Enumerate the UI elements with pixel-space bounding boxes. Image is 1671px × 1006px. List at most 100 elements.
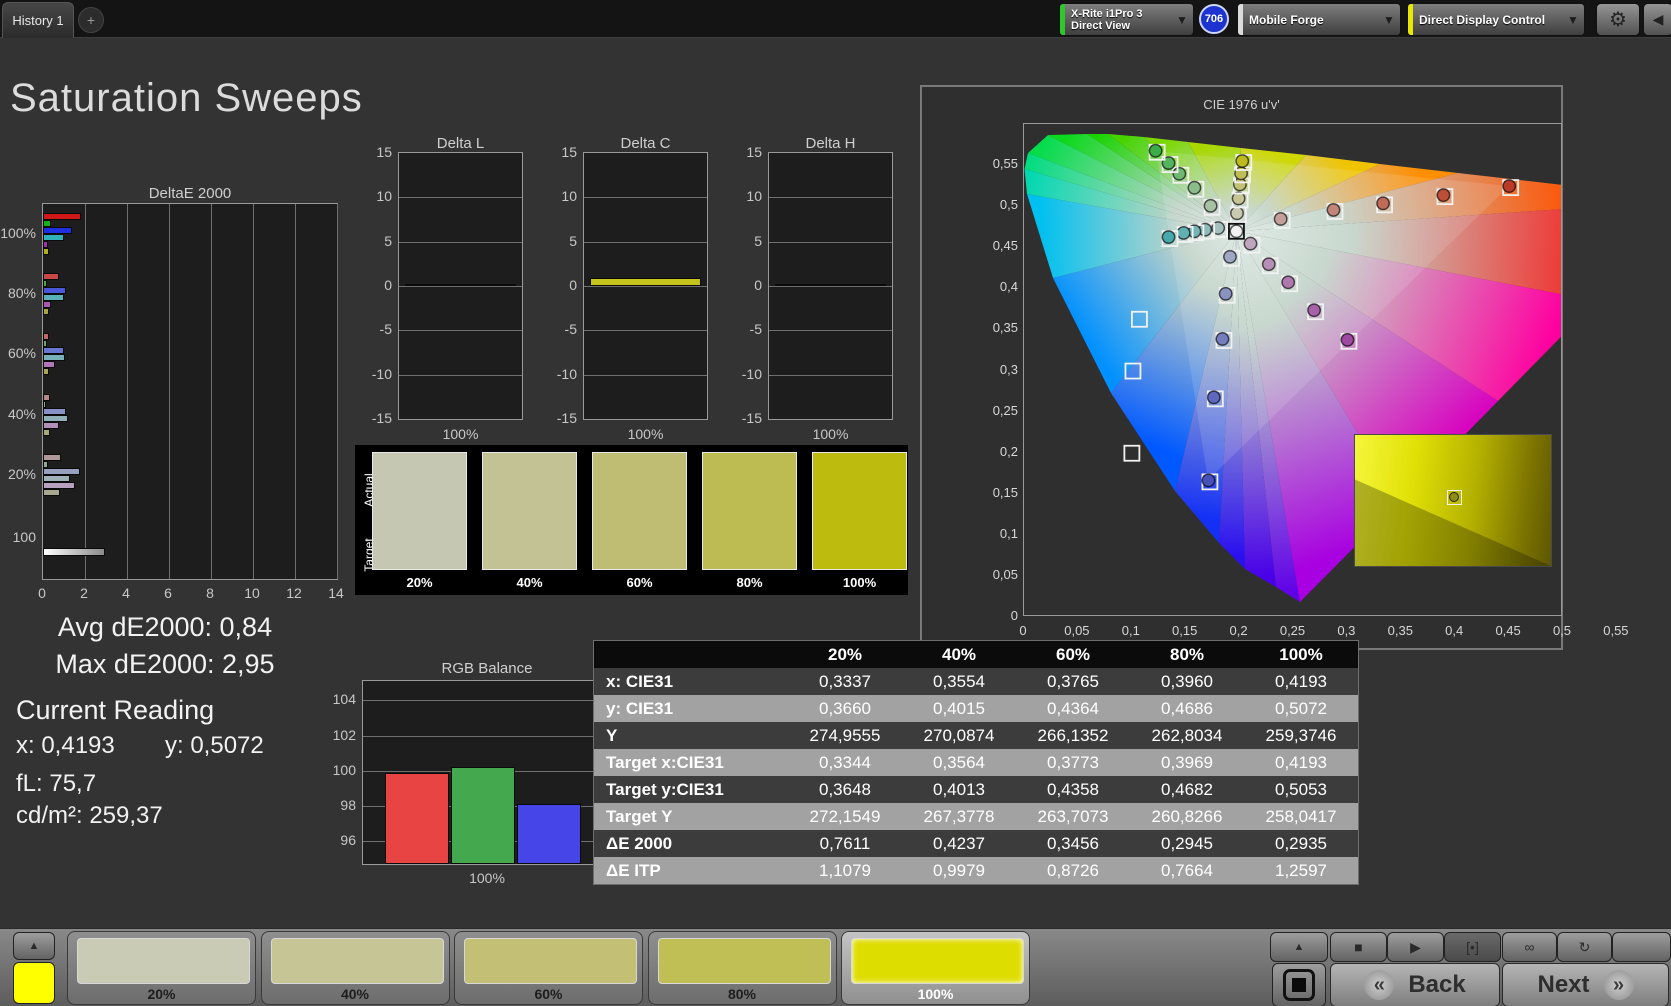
meter-selector[interactable]: X-Rite i1Pro 3 Direct View ▼ xyxy=(1059,3,1194,36)
table-cell[interactable]: 0,2935 xyxy=(1244,834,1358,854)
table-cell[interactable]: 0,3960 xyxy=(1130,672,1244,692)
measured-point-marker xyxy=(1376,196,1391,211)
table-cell[interactable]: 270,0874 xyxy=(902,726,1016,746)
infinity-button[interactable]: ∞ xyxy=(1502,932,1557,962)
blank-button[interactable] xyxy=(1612,932,1671,962)
compare-swatch-label: 40% xyxy=(516,575,543,590)
table-cell[interactable]: 0,4682 xyxy=(1130,780,1244,800)
table-cell[interactable]: 266,1352 xyxy=(1016,726,1130,746)
table-cell[interactable]: 1,1079 xyxy=(788,861,902,881)
stop-pattern-button[interactable] xyxy=(1272,963,1326,1006)
play-button[interactable]: ▶ xyxy=(1387,932,1444,962)
table-cell[interactable]: 267,3778 xyxy=(902,807,1016,827)
cie-y-tick: 0,35 xyxy=(992,320,1018,336)
table-cell[interactable]: 1,2597 xyxy=(1244,861,1358,881)
next-button[interactable]: Next » xyxy=(1502,963,1669,1006)
table-cell[interactable]: 0,4237 xyxy=(902,834,1016,854)
table-cell[interactable]: 274,9555 xyxy=(788,726,902,746)
gridline xyxy=(769,330,892,332)
table-cell[interactable]: 0,9979 xyxy=(902,861,1016,881)
measured-point-marker xyxy=(1201,473,1216,488)
deltae-bar-60%-cyan xyxy=(43,354,66,361)
y-tick-label: 15 xyxy=(376,144,392,160)
table-cell[interactable]: 0,7611 xyxy=(788,834,902,854)
table-cell[interactable]: 0,3554 xyxy=(902,672,1016,692)
table-cell[interactable]: 272,1549 xyxy=(788,807,902,827)
table-cell[interactable]: 0,3969 xyxy=(1130,753,1244,773)
delta-l-plot xyxy=(398,152,523,420)
table-cell[interactable]: 259,3746 xyxy=(1244,726,1358,746)
table-cell[interactable]: 0,3773 xyxy=(1016,753,1130,773)
add-tab-button[interactable]: + xyxy=(78,7,104,33)
gridline xyxy=(399,241,522,243)
table-cell[interactable]: 0,3564 xyxy=(902,753,1016,773)
table-cell[interactable]: 0,4193 xyxy=(1244,672,1358,692)
table-cell[interactable]: 0,7664 xyxy=(1130,861,1244,881)
delta-chart-title: Delta L xyxy=(436,135,485,152)
table-cell[interactable]: 0,4193 xyxy=(1244,753,1358,773)
sweep-label: 20% xyxy=(147,986,176,1002)
table-cell[interactable]: 0,5072 xyxy=(1244,699,1358,719)
sweep-button-80%[interactable]: 80% xyxy=(647,931,837,1005)
table-cell[interactable]: 0,4686 xyxy=(1130,699,1244,719)
table-cell[interactable]: 0,3660 xyxy=(788,699,902,719)
deltae-bar-40%-yellow xyxy=(43,429,51,436)
table-cell[interactable]: 0,5053 xyxy=(1244,780,1358,800)
collapse-panel-button[interactable]: ◀ xyxy=(1643,3,1671,36)
deltae-bar-40%-green xyxy=(43,401,47,408)
table-row: ΔE ITP 1,1079 0,9979 0,8726 0,7664 1,2597 xyxy=(594,857,1358,884)
table-row: Y 274,9555 270,0874 266,1352 262,8034 259,374… xyxy=(594,722,1358,749)
table-cell[interactable]: 262,8034 xyxy=(1130,726,1244,746)
measured-point-marker xyxy=(1215,332,1230,346)
cie-y-tick: 0,45 xyxy=(992,238,1018,254)
table-cell[interactable]: 0,3648 xyxy=(788,780,902,800)
cie-zoom-inset[interactable] xyxy=(1354,434,1552,567)
table-row: y: CIE31 0,3660 0,4015 0,4364 0,4686 0,5072 xyxy=(594,695,1358,722)
table-cell[interactable]: 0,2945 xyxy=(1130,834,1244,854)
settings-button[interactable]: ⚙ xyxy=(1596,3,1640,36)
measured-point-marker xyxy=(1187,180,1202,195)
table-cell[interactable]: 0,3456 xyxy=(1016,834,1130,854)
cie-x-tick: 0,35 xyxy=(1387,623,1413,638)
table-cell[interactable]: 258,0417 xyxy=(1244,807,1358,827)
measurement-count-badge[interactable]: 706 xyxy=(1199,4,1229,34)
table-cell[interactable]: 0,3337 xyxy=(788,672,902,692)
pattern-up-button[interactable]: ▲ xyxy=(13,932,55,960)
marker-button[interactable]: [•] xyxy=(1444,932,1501,962)
sweep-button-60%[interactable]: 60% xyxy=(454,931,643,1005)
back-button[interactable]: « Back xyxy=(1330,963,1500,1006)
table-cell[interactable]: 0,3765 xyxy=(1016,672,1130,692)
table-cell[interactable]: 0,4013 xyxy=(902,780,1016,800)
stop-button[interactable]: ■ xyxy=(1330,932,1387,962)
sweep-button-20%[interactable]: 20% xyxy=(67,931,256,1005)
table-cell[interactable]: 0,4358 xyxy=(1016,780,1130,800)
current-fl: fL: 75,7 xyxy=(16,770,97,797)
table-cell[interactable]: 0,4015 xyxy=(902,699,1016,719)
sweep-button-40%[interactable]: 40% xyxy=(260,931,450,1005)
x-tick-label: 12 xyxy=(286,585,302,601)
cie-y-tick: 0,05 xyxy=(992,567,1018,582)
rgb-balance-title: RGB Balance xyxy=(441,660,533,677)
gridline xyxy=(127,204,128,579)
avg-de2000: Avg dE2000: 0,84 xyxy=(57,612,273,642)
measured-point-marker xyxy=(1326,202,1341,217)
tab-history-1[interactable]: History 1 xyxy=(2,2,74,38)
measured-point-marker xyxy=(1261,257,1276,272)
refresh-button[interactable]: ↻ xyxy=(1557,932,1612,962)
cie-y-tick: 0,4 xyxy=(999,279,1018,295)
transport-up-button[interactable]: ▲ xyxy=(1270,932,1328,962)
table-row-label: Target y:CIE31 xyxy=(606,779,724,799)
sweep-button-100%[interactable]: 100% xyxy=(841,931,1030,1005)
x-axis-label: 100% xyxy=(627,426,664,442)
cie-title: CIE 1976 u'v' xyxy=(1203,97,1280,112)
table-cell[interactable]: 0,3344 xyxy=(788,753,902,773)
table-cell[interactable]: 260,8266 xyxy=(1130,807,1244,827)
current-color-chip[interactable] xyxy=(13,962,55,1004)
table-cell[interactable]: 0,4364 xyxy=(1016,699,1130,719)
sweep-label: 80% xyxy=(727,986,757,1002)
display-control-selector[interactable]: Direct Display Control ▼ xyxy=(1407,3,1585,36)
table-cell[interactable]: 263,7073 xyxy=(1016,807,1130,827)
pattern-source-selector[interactable]: Mobile Forge ▼ xyxy=(1237,3,1401,36)
table-cell[interactable]: 0,8726 xyxy=(1016,861,1130,881)
cie-y-tick: 0,55 xyxy=(992,156,1018,171)
